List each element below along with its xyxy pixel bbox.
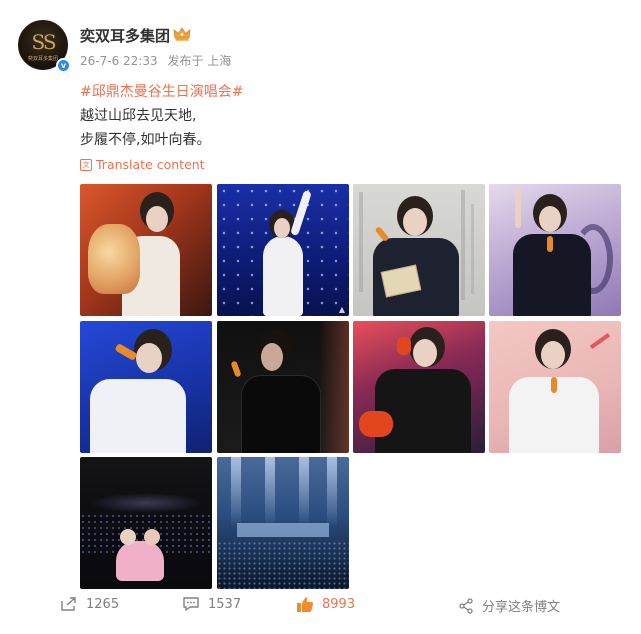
share-label: 分享这条博文: [482, 600, 561, 615]
username[interactable]: 奕双耳多集团: [80, 25, 170, 46]
photo-4[interactable]: [489, 184, 621, 316]
repost-count: 1265: [86, 596, 120, 612]
crown-icon: [173, 27, 191, 41]
verified-badge-icon: v: [56, 58, 71, 73]
post-text: #邱鼎杰曼谷生日演唱会# 越过山邱去见天地, 步履不停,如叶向春。: [80, 80, 243, 152]
photo-5[interactable]: [80, 321, 212, 453]
repost-button[interactable]: 1265: [60, 596, 119, 612]
photo-9[interactable]: [80, 457, 212, 589]
comment-count: 1537: [208, 596, 242, 612]
post-line: 步履不停,如叶向春。: [80, 132, 211, 148]
action-bar: 1265 1537 8993 分享这条博文: [0, 596, 641, 624]
share-button[interactable]: 分享这条博文: [458, 596, 560, 615]
topic-link[interactable]: #邱鼎杰曼谷生日演唱会#: [80, 80, 243, 104]
photo-8[interactable]: [489, 321, 621, 453]
post-source: 发布于 上海: [167, 54, 232, 68]
weibo-post: SS 奕双耳多集团 v 奕双耳多集团 26-7-6 22:33 发布于 上海 #…: [0, 0, 641, 634]
post-line: 越过山邱去见天地,: [80, 108, 197, 124]
photo-2[interactable]: ▲: [217, 184, 349, 316]
repost-icon: [61, 597, 76, 611]
avatar-logo-mark: SS: [31, 30, 56, 54]
translate-label: Translate content: [96, 157, 205, 172]
photo-3[interactable]: [353, 184, 485, 316]
share-icon: [459, 597, 473, 614]
like-count: 8993: [322, 597, 356, 612]
photo-6[interactable]: [217, 321, 349, 453]
photo-1[interactable]: [80, 184, 212, 316]
post-time[interactable]: 26-7-6 22:33: [80, 54, 158, 68]
photo-10[interactable]: [217, 457, 349, 589]
comment-button[interactable]: 1537: [182, 596, 241, 612]
thumbs-up-icon: [297, 597, 314, 612]
post-meta: 26-7-6 22:33 发布于 上海: [80, 52, 237, 69]
translate-icon: 文: [80, 158, 92, 171]
comment-icon: [183, 597, 199, 611]
photo-7[interactable]: [353, 321, 485, 453]
translate-button[interactable]: 文 Translate content: [80, 157, 205, 172]
photo-watermark: ▲: [338, 305, 345, 314]
like-button[interactable]: 8993: [296, 596, 355, 613]
